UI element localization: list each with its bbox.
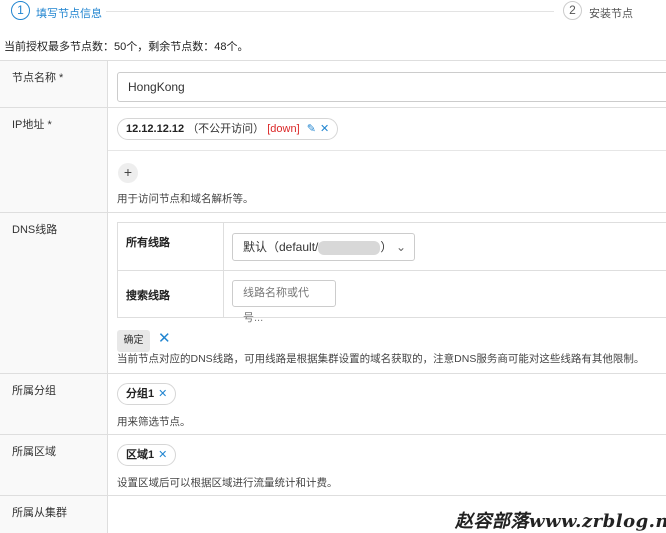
ip-help: 用于访问节点和域名解析等。 — [117, 193, 254, 205]
sub-cluster-label: 所属从集群 — [0, 496, 108, 533]
ip-status: [down] — [267, 123, 300, 135]
dns-label: DNS线路 — [0, 213, 108, 374]
all-routes-label: 所有线路 — [126, 237, 170, 249]
node-name-input[interactable]: HongKong — [117, 72, 666, 102]
ip-access: （不公开访问） — [187, 123, 265, 135]
license-notice: 当前授权最多节点数：50个，剩余节点数：48个。 — [4, 41, 249, 53]
step-2-label: 安装节点 — [589, 8, 633, 20]
close-icon[interactable]: ✕ — [320, 123, 329, 135]
region-tag[interactable]: 区域1 ✕ — [117, 444, 177, 466]
divider — [118, 270, 666, 271]
chevron-down-icon: ⌄ — [395, 240, 406, 254]
ip-address: 12.12.12.12 — [126, 123, 185, 135]
divider — [108, 150, 666, 151]
group-label: 所属分组 — [0, 374, 108, 435]
close-icon[interactable]: ✕ — [158, 449, 167, 461]
region-row: 所属区域 区域1 ✕ 设置区域后可以根据区域进行流量统计和计费。 — [0, 434, 666, 496]
add-ip-button[interactable]: + — [118, 163, 138, 183]
group-help: 用来筛选节点。 — [117, 416, 191, 428]
search-routes-label: 搜索线路 — [126, 290, 170, 302]
route-search-input[interactable]: 线路名称或代号... — [232, 280, 336, 324]
node-name-row: 节点名称 * HongKong — [0, 60, 666, 108]
ip-chip[interactable]: 12.12.12.12 （不公开访问） [down] ✎ ✕ — [117, 118, 339, 140]
step-1-number: 1 — [11, 1, 30, 20]
group-tag[interactable]: 分组1 ✕ — [117, 383, 177, 405]
step-1-label: 填写节点信息 — [36, 8, 102, 20]
dns-row: DNS线路 所有线路 搜索线路 默认（default/ ） ⌄ 线路名称或代号..… — [0, 212, 666, 374]
region-tag-label: 区域1 — [126, 449, 155, 461]
dns-route-select[interactable]: 默认（default/ ） ⌄ — [232, 233, 415, 261]
ip-label: IP地址 * — [0, 108, 108, 213]
cancel-icon[interactable]: ✕ — [158, 329, 171, 347]
dns-help: 当前节点对应的DNS线路，可用线路是根据集群设置的域名获取的，注意DNS服务商可… — [117, 353, 645, 365]
pencil-icon[interactable]: ✎ — [307, 123, 316, 135]
step-connector — [106, 11, 554, 12]
group-row: 所属分组 分组1 ✕ 用来筛选节点。 — [0, 373, 666, 435]
node-name-label: 节点名称 * — [0, 61, 108, 108]
region-label: 所属区域 — [0, 435, 108, 496]
select-suffix: ） — [380, 240, 393, 254]
watermark-logo: 赵容部落www.zrblog.net — [455, 511, 666, 532]
ip-row: IP地址 * 12.12.12.12 （不公开访问） [down] ✎ ✕ + 用… — [0, 107, 666, 213]
redacted-value — [318, 240, 381, 255]
group-tag-label: 分组1 — [126, 388, 155, 400]
step-indicator: 1 填写节点信息 2 安装节点 — [0, 0, 666, 24]
confirm-button[interactable]: 确定 — [117, 330, 150, 352]
close-icon[interactable]: ✕ — [158, 388, 167, 400]
dns-table: 所有线路 搜索线路 默认（default/ ） ⌄ 线路名称或代号... — [117, 222, 666, 324]
select-prefix: 默认（default/ — [243, 240, 319, 254]
step-2-number: 2 — [563, 1, 582, 20]
region-help: 设置区域后可以根据区域进行流量统计和计费。 — [117, 477, 338, 489]
